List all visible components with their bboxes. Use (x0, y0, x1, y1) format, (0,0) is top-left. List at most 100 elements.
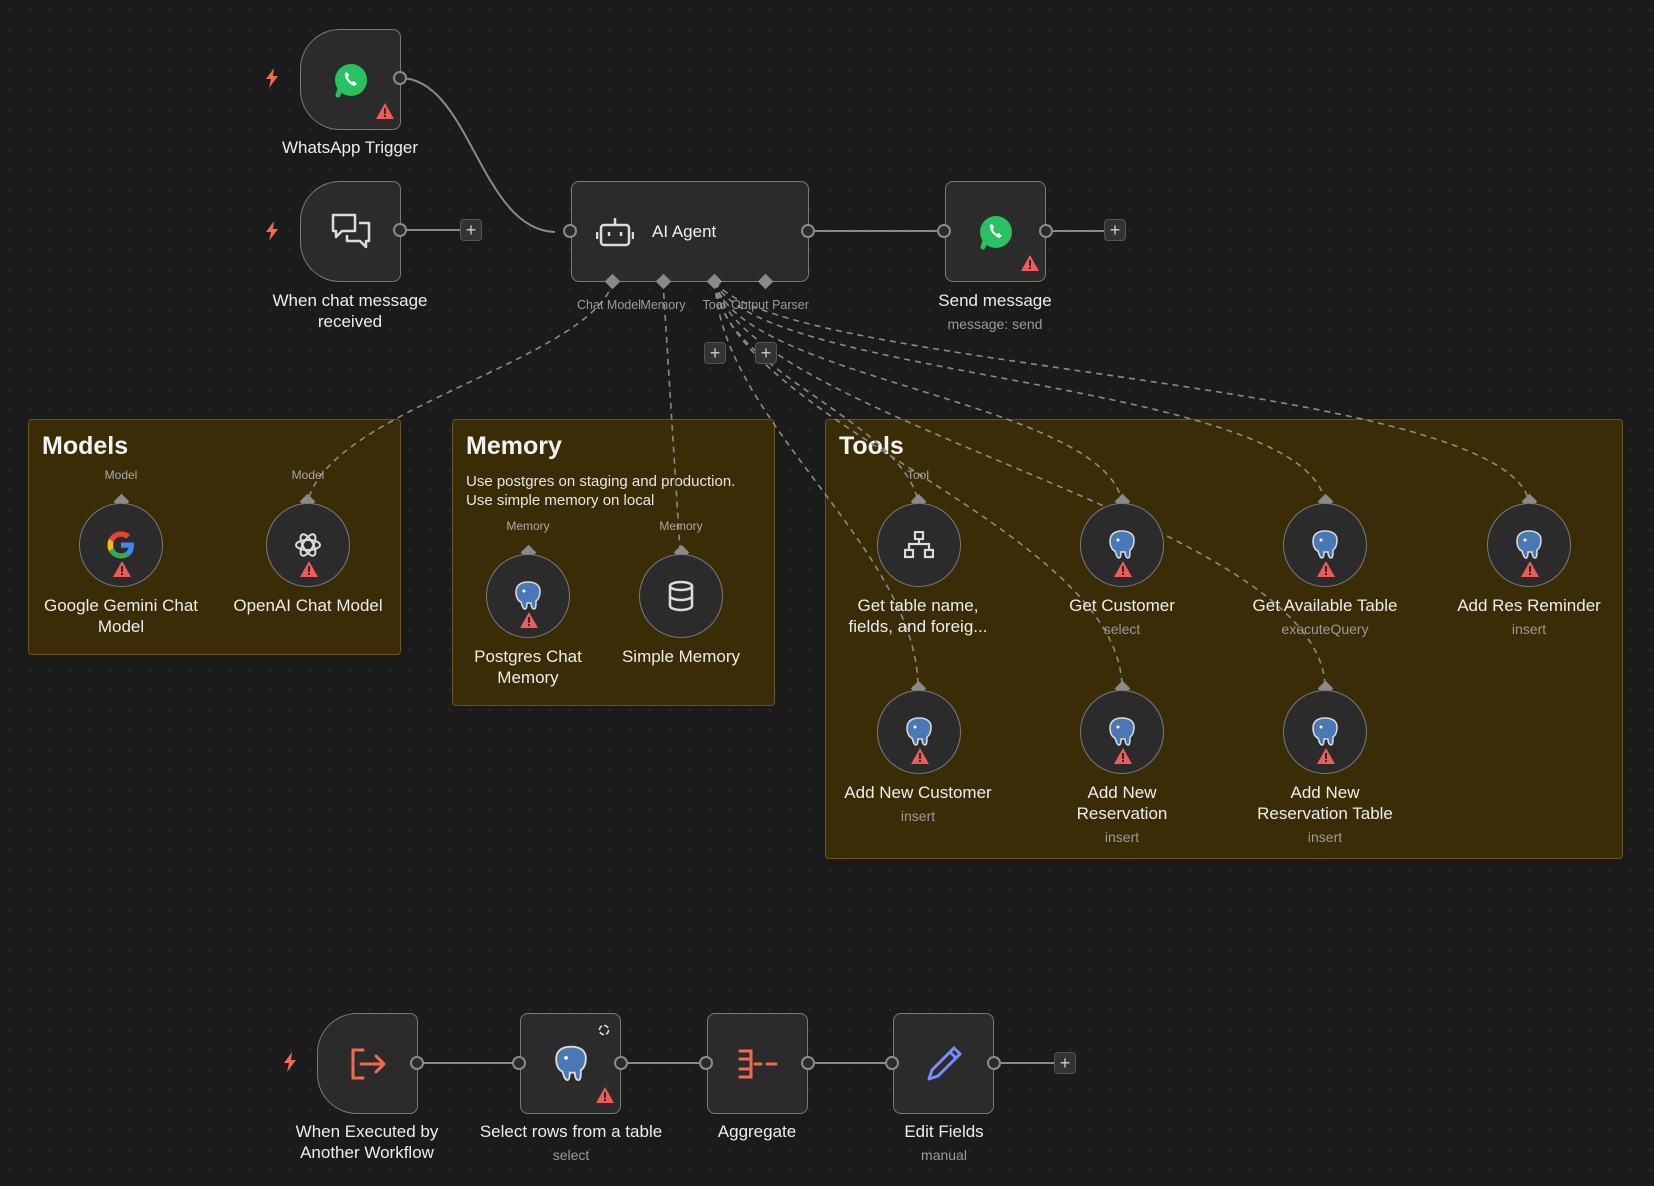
get-available-table-node[interactable] (1283, 503, 1367, 587)
port-label: Memory (506, 519, 550, 533)
node-label: AI Agent (652, 221, 717, 241)
whatsapp-icon (979, 215, 1012, 249)
node-label: Send message (938, 291, 1052, 310)
warning-icon (1521, 561, 1539, 577)
gemini-model-node[interactable] (79, 503, 163, 587)
get-table-node[interactable] (877, 503, 961, 587)
node-subtitle: insert (1307, 829, 1343, 845)
output-handle[interactable] (987, 1056, 1001, 1070)
node-label: Get Customer (1069, 596, 1175, 615)
warning-icon (376, 103, 394, 119)
node-label: Google Gemini Chat Model (43, 596, 199, 636)
postgres-icon (1312, 717, 1338, 746)
trigger-bolt-icon (266, 68, 278, 88)
node-label: Aggregate (717, 1122, 797, 1141)
input-handle[interactable] (885, 1056, 899, 1070)
postgres-icon (1109, 530, 1135, 559)
warning-icon (300, 561, 318, 577)
port-label: Model (104, 468, 138, 482)
chat-bubbles-icon (331, 213, 370, 248)
add-res-reminder-node[interactable] (1487, 503, 1571, 587)
node-label: When chat message received (272, 291, 428, 331)
whatsapp-icon (334, 63, 367, 97)
port-label: Tool (702, 298, 726, 312)
input-handle[interactable] (699, 1056, 713, 1070)
output-handle[interactable] (614, 1056, 628, 1070)
add-node-button[interactable]: + (1054, 1052, 1076, 1074)
warning-icon (596, 1087, 614, 1103)
exec-trigger-node[interactable] (317, 1013, 418, 1114)
warning-icon (911, 748, 929, 764)
select-rows-node[interactable] (520, 1013, 621, 1114)
input-handle[interactable] (563, 224, 577, 238)
node-subtitle: select (552, 1147, 590, 1163)
postgres-memory-node[interactable] (486, 554, 570, 638)
google-icon (107, 531, 134, 559)
sitemap-icon (904, 531, 934, 559)
openai-model-node[interactable] (266, 503, 350, 587)
simple-memory-node[interactable] (639, 554, 723, 638)
add-tool-button[interactable]: + (704, 342, 726, 364)
database-icon (668, 580, 694, 612)
port-label: Model (291, 468, 325, 482)
sticky-title: Tools (839, 432, 904, 460)
postgres-icon (554, 1045, 587, 1081)
output-handle[interactable] (801, 1056, 815, 1070)
edit-fields-node[interactable] (893, 1013, 994, 1114)
warning-icon (1021, 255, 1039, 271)
warning-icon (1114, 561, 1132, 577)
node-label: Postgres Chat Memory (474, 647, 582, 687)
ai-agent-node[interactable]: AI Agent (571, 181, 809, 282)
sticky-title: Memory (466, 432, 562, 460)
port-label: Memory (640, 298, 686, 312)
node-label: WhatsApp Trigger (281, 138, 419, 157)
output-handle[interactable] (393, 71, 407, 85)
node-subtitle: executeQuery (1281, 621, 1369, 637)
port-label: Tool (906, 468, 930, 482)
warning-icon (1114, 748, 1132, 764)
add-output-parser-button[interactable]: + (755, 342, 777, 364)
warning-icon (1317, 561, 1335, 577)
postgres-icon (906, 717, 932, 746)
node-label: Simple Memory (621, 647, 741, 666)
node-subtitle: insert (900, 808, 936, 824)
input-handle[interactable] (512, 1056, 526, 1070)
node-subtitle: manual (921, 1147, 967, 1163)
add-node-button[interactable]: + (1104, 219, 1126, 241)
output-handle[interactable] (801, 224, 815, 238)
sign-out-icon (351, 1048, 385, 1079)
trigger-bolt-icon (284, 1052, 296, 1072)
trigger-bolt-icon (266, 221, 278, 241)
get-customer-node[interactable] (1080, 503, 1164, 587)
add-node-button[interactable]: + (460, 219, 482, 241)
aggregate-icon (738, 1049, 777, 1078)
whatsapp-trigger-node[interactable] (300, 29, 401, 130)
input-handle[interactable] (937, 224, 951, 238)
output-handle[interactable] (393, 223, 407, 237)
robot-icon (596, 217, 634, 246)
postgres-icon (1109, 717, 1135, 746)
node-label: Add New Reservation Table (1257, 783, 1393, 823)
aggregate-node[interactable] (707, 1013, 808, 1114)
node-label: Add Res Reminder (1457, 596, 1601, 615)
output-handle[interactable] (1039, 224, 1053, 238)
send-message-node[interactable] (945, 181, 1046, 282)
node-label: Get Available Table (1252, 596, 1398, 615)
node-label: Get table name, fields, and foreig... (848, 596, 988, 636)
output-handle[interactable] (410, 1056, 424, 1070)
node-subtitle: insert (1104, 829, 1140, 845)
sticky-text: Use postgres on staging and production. … (466, 473, 736, 509)
port-label: Chat Model (577, 298, 641, 312)
node-label: Add New Customer (844, 783, 992, 802)
postgres-icon (1516, 530, 1542, 559)
add-new-customer-node[interactable] (877, 690, 961, 774)
workflow-canvas[interactable]: Models Memory Use postgres on staging an… (0, 0, 1654, 1186)
add-new-reservation-node[interactable] (1080, 690, 1164, 774)
node-label: Add New Reservation (1076, 783, 1168, 823)
postgres-icon (515, 581, 541, 610)
add-new-reservation-table-node[interactable] (1283, 690, 1367, 774)
chat-trigger-node[interactable] (300, 181, 401, 282)
pencil-icon (927, 1046, 961, 1080)
postgres-icon (1312, 530, 1338, 559)
openai-icon (295, 533, 321, 557)
